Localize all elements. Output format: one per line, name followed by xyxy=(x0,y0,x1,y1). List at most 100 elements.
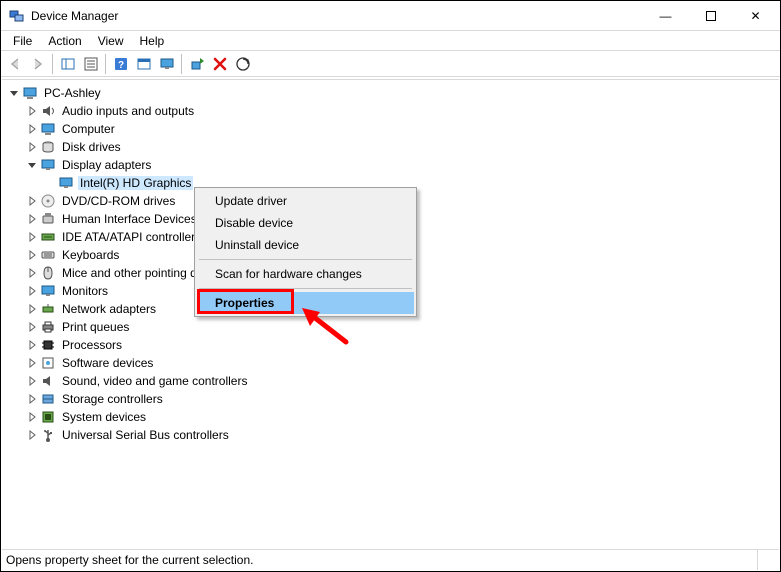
tree-row[interactable]: Disk drives xyxy=(2,138,779,156)
expand-icon[interactable] xyxy=(24,121,40,137)
minimize-button[interactable]: — xyxy=(643,1,688,30)
toolbar-separator xyxy=(105,54,106,74)
ctx-item-label: Disable device xyxy=(215,216,293,230)
svg-text:?: ? xyxy=(117,60,123,71)
expand-icon[interactable] xyxy=(24,391,40,407)
computer-icon xyxy=(22,85,38,101)
expand-icon[interactable] xyxy=(24,139,40,155)
expand-icon[interactable] xyxy=(24,265,40,281)
tree-label: Universal Serial Bus controllers xyxy=(60,428,231,442)
menu-view[interactable]: View xyxy=(90,33,132,49)
network-icon xyxy=(40,301,56,317)
expand-icon[interactable] xyxy=(24,319,40,335)
show-details-button[interactable] xyxy=(155,53,178,75)
ctx-item-label: Update driver xyxy=(215,194,287,208)
usb-icon xyxy=(40,427,56,443)
ctx-separator xyxy=(199,259,412,260)
tree-row[interactable]: Sound, video and game controllers xyxy=(2,372,779,390)
tree-label: Intel(R) HD Graphics xyxy=(78,176,193,190)
tree-row[interactable]: Software devices xyxy=(2,354,779,372)
tree-label: Network adapters xyxy=(60,302,158,316)
window-title: Device Manager xyxy=(31,9,643,23)
expand-icon[interactable] xyxy=(24,193,40,209)
tree-label: PC-Ashley xyxy=(42,86,103,100)
tree-label: Storage controllers xyxy=(60,392,165,406)
system-icon xyxy=(40,409,56,425)
ctx-properties[interactable]: Properties xyxy=(197,292,414,314)
tree-row[interactable]: Print queues xyxy=(2,318,779,336)
tree-row[interactable]: PC-Ashley xyxy=(2,84,779,102)
menubar: File Action View Help xyxy=(1,31,780,51)
tree-label: Processors xyxy=(60,338,124,352)
show-hide-tree-button[interactable] xyxy=(56,53,79,75)
ctx-item-label: Uninstall device xyxy=(215,238,299,252)
uninstall-button[interactable] xyxy=(208,53,231,75)
expand-icon[interactable] xyxy=(24,283,40,299)
hid-icon xyxy=(40,211,56,227)
properties-button[interactable] xyxy=(79,53,102,75)
expand-icon[interactable] xyxy=(24,355,40,371)
close-button[interactable]: ✕ xyxy=(733,1,778,30)
ctx-separator xyxy=(199,288,412,289)
context-menu: Update driver Disable device Uninstall d… xyxy=(194,187,417,317)
tree-label: Sound, video and game controllers xyxy=(60,374,249,388)
tree-row[interactable]: Display adapters xyxy=(2,156,779,174)
monitor-icon xyxy=(40,283,56,299)
disk-icon xyxy=(40,139,56,155)
software-icon xyxy=(40,355,56,371)
menu-action[interactable]: Action xyxy=(40,33,89,49)
expand-icon[interactable] xyxy=(24,301,40,317)
statusbar-text: Opens property sheet for the current sel… xyxy=(6,553,253,567)
expand-icon[interactable] xyxy=(24,373,40,389)
tree-label: Software devices xyxy=(60,356,155,370)
help-button[interactable]: ? xyxy=(109,53,132,75)
ctx-uninstall-device[interactable]: Uninstall device xyxy=(197,234,414,256)
maximize-button[interactable] xyxy=(688,1,733,30)
collapse-icon[interactable] xyxy=(6,85,22,101)
display-icon xyxy=(58,175,74,191)
audio-icon xyxy=(40,103,56,119)
statusbar: Opens property sheet for the current sel… xyxy=(2,549,779,570)
tree-row[interactable]: System devices xyxy=(2,408,779,426)
tree-row[interactable]: Processors xyxy=(2,336,779,354)
keyboard-icon xyxy=(40,247,56,263)
expand-icon[interactable] xyxy=(24,427,40,443)
tree-row[interactable]: Storage controllers xyxy=(2,390,779,408)
update-driver-button[interactable] xyxy=(185,53,208,75)
tree-label: Computer xyxy=(60,122,117,136)
expand-icon[interactable] xyxy=(24,229,40,245)
expand-icon[interactable] xyxy=(24,247,40,263)
collapse-icon[interactable] xyxy=(24,157,40,173)
storage-icon xyxy=(40,391,56,407)
toggle-button[interactable] xyxy=(132,53,155,75)
dvd-icon xyxy=(40,193,56,209)
tree-row[interactable]: Universal Serial Bus controllers xyxy=(2,426,779,444)
toolbar: ? xyxy=(1,51,780,77)
menu-help[interactable]: Help xyxy=(132,33,173,49)
display-icon xyxy=(40,157,56,173)
ctx-scan-hardware[interactable]: Scan for hardware changes xyxy=(197,263,414,285)
tree-label: IDE ATA/ATAPI controllers xyxy=(60,230,203,244)
scan-hardware-button[interactable] xyxy=(231,53,254,75)
computer-icon xyxy=(40,121,56,137)
ctx-update-driver[interactable]: Update driver xyxy=(197,190,414,212)
toolbar-separator xyxy=(52,54,53,74)
back-button[interactable] xyxy=(3,53,26,75)
expand-icon[interactable] xyxy=(24,409,40,425)
ide-icon xyxy=(40,229,56,245)
tree-label: Human Interface Devices xyxy=(60,212,199,226)
app-icon xyxy=(9,8,25,24)
expand-icon[interactable] xyxy=(24,211,40,227)
ctx-item-label: Scan for hardware changes xyxy=(215,267,362,281)
tree-label: System devices xyxy=(60,410,148,424)
tree-row[interactable]: Audio inputs and outputs xyxy=(2,102,779,120)
forward-button[interactable] xyxy=(26,53,49,75)
sound-icon xyxy=(40,373,56,389)
mouse-icon xyxy=(40,265,56,281)
expand-icon[interactable] xyxy=(24,337,40,353)
ctx-disable-device[interactable]: Disable device xyxy=(197,212,414,234)
tree-row[interactable]: Computer xyxy=(2,120,779,138)
tree-label: DVD/CD-ROM drives xyxy=(60,194,177,208)
menu-file[interactable]: File xyxy=(5,33,40,49)
expand-icon[interactable] xyxy=(24,103,40,119)
